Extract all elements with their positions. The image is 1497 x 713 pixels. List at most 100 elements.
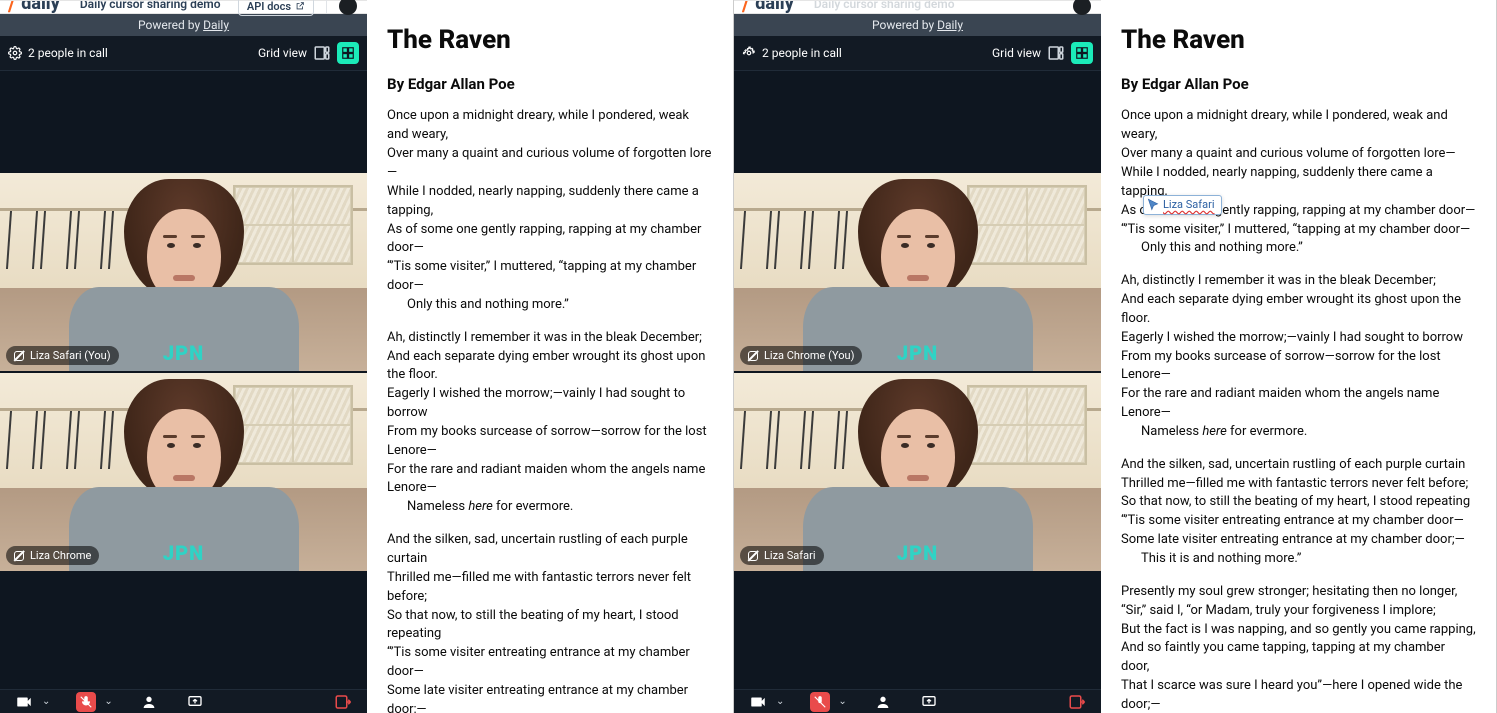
powered-prefix: Powered by bbox=[872, 18, 937, 32]
video-placeholder: JPN bbox=[0, 173, 367, 371]
status-right: Grid view bbox=[992, 42, 1093, 64]
person-icon[interactable] bbox=[139, 692, 159, 712]
speaker-view-icon[interactable] bbox=[1047, 44, 1065, 62]
logo: / daily Daily cursor sharing demo bbox=[742, 1, 955, 15]
people-count: 2 people in call bbox=[28, 46, 108, 60]
document-pane[interactable]: Liza Safari The Raven By Edgar Allan Poe… bbox=[1101, 0, 1496, 713]
logo: / daily Daily cursor sharing demo bbox=[8, 1, 221, 15]
top-bar: / daily Daily cursor sharing demo bbox=[734, 0, 1101, 14]
grid-view-label: Grid view bbox=[258, 46, 307, 60]
gear-icon[interactable] bbox=[742, 46, 756, 60]
powered-link[interactable]: Daily bbox=[203, 18, 229, 32]
logo-text: daily bbox=[21, 1, 60, 9]
shirt-text: JPN bbox=[897, 541, 938, 565]
chevron-down-icon[interactable]: ⌄ bbox=[838, 696, 846, 707]
participant-name: Liza Chrome (You) bbox=[764, 349, 854, 362]
stanza-3: And the silken, sad, uncertain rustling … bbox=[387, 531, 713, 713]
powered-by-bar: Powered by Daily bbox=[0, 14, 367, 36]
gear-icon[interactable] bbox=[8, 46, 22, 60]
chevron-down-icon[interactable]: ⌄ bbox=[776, 696, 784, 707]
powered-prefix: Powered by bbox=[138, 18, 203, 32]
top-bar: / daily Daily cursor sharing demo API do… bbox=[0, 0, 367, 14]
powered-link[interactable]: Daily bbox=[937, 18, 963, 32]
page-subtitle: Daily cursor sharing demo bbox=[80, 1, 221, 9]
leave-icon[interactable] bbox=[1067, 692, 1087, 712]
speaker-view-icon[interactable] bbox=[313, 44, 331, 62]
stanza-4: Presently my soul grew stronger; hesitat… bbox=[1121, 583, 1476, 713]
name-badge: Liza Safari bbox=[740, 546, 824, 565]
tiles: JPN Liza Chrome (You) JPN Liza Safari bbox=[734, 71, 1101, 689]
video-tile-remote[interactable]: JPN Liza Chrome bbox=[0, 373, 367, 571]
stanza-2: Ah, distinctly I remember it was in the … bbox=[1121, 272, 1476, 442]
video-tile-remote[interactable]: JPN Liza Safari bbox=[734, 373, 1101, 571]
app-root: / daily Daily cursor sharing demo API do… bbox=[0, 0, 1497, 713]
api-docs-button[interactable]: API docs bbox=[238, 0, 314, 16]
chevron-down-icon[interactable]: ⌄ bbox=[104, 696, 112, 707]
chevron-down-icon[interactable]: ⌄ bbox=[42, 696, 50, 707]
top-right: API docs bbox=[238, 1, 357, 15]
person-icon[interactable] bbox=[873, 692, 893, 712]
video-tile-self[interactable]: JPN Liza Chrome (You) bbox=[734, 173, 1101, 371]
mic-off-icon bbox=[748, 351, 758, 361]
doc-title: The Raven bbox=[1121, 22, 1476, 60]
video-placeholder: JPN bbox=[0, 373, 367, 571]
shared-cursor-label: Liza Safari bbox=[1163, 197, 1215, 213]
status-right: Grid view bbox=[258, 42, 359, 64]
tiles: JPN Liza Safari (You) JPN Liza Chrome bbox=[0, 71, 367, 689]
video-column-left: / daily Daily cursor sharing demo API do… bbox=[0, 0, 367, 713]
share-screen-icon[interactable] bbox=[919, 692, 939, 712]
tile-spacer bbox=[0, 71, 367, 171]
camera-icon[interactable] bbox=[14, 692, 34, 712]
shirt-text: JPN bbox=[897, 341, 938, 365]
video-placeholder: JPN bbox=[734, 173, 1101, 371]
status-left: 2 people in call bbox=[742, 46, 842, 60]
page-subtitle: Daily cursor sharing demo bbox=[814, 1, 955, 9]
shirt-text: JPN bbox=[163, 341, 204, 365]
name-badge: Liza Chrome (You) bbox=[740, 346, 862, 365]
stanza-3: And the silken, sad, uncertain rustling … bbox=[1121, 456, 1476, 569]
api-docs-label: API docs bbox=[247, 1, 291, 12]
video-area: Powered by Daily 2 people in call Grid v… bbox=[0, 14, 367, 713]
status-bar: 2 people in call Grid view bbox=[734, 36, 1101, 71]
shirt-text: JPN bbox=[163, 541, 204, 565]
grid-view-icon[interactable] bbox=[337, 42, 359, 64]
powered-by-bar: Powered by Daily bbox=[734, 14, 1101, 36]
logo-slash: / bbox=[742, 1, 749, 9]
document-pane[interactable]: The Raven By Edgar Allan Poe Once upon a… bbox=[367, 0, 733, 713]
video-placeholder: JPN bbox=[734, 373, 1101, 571]
shared-cursor: Liza Safari bbox=[1143, 195, 1222, 215]
video-area: Powered by Daily 2 people in call Grid v… bbox=[734, 14, 1101, 713]
stanza-1: Once upon a midnight dreary, while I pon… bbox=[1121, 107, 1476, 258]
github-icon[interactable] bbox=[1073, 0, 1091, 15]
grid-view-label: Grid view bbox=[992, 46, 1041, 60]
mic-off-icon bbox=[14, 351, 24, 361]
camera-icon[interactable] bbox=[748, 692, 768, 712]
status-left: 2 people in call bbox=[8, 46, 108, 60]
logo-text: daily bbox=[755, 1, 794, 9]
mic-off-icon bbox=[14, 551, 24, 561]
grid-view-icon[interactable] bbox=[1071, 42, 1093, 64]
stanza-2: Ah, distinctly I remember it was in the … bbox=[387, 329, 713, 517]
top-right bbox=[1073, 1, 1091, 15]
leave-icon[interactable] bbox=[333, 692, 353, 712]
pane-right: / daily Daily cursor sharing demo Powere… bbox=[734, 0, 1497, 713]
participant-name: Liza Safari bbox=[764, 549, 816, 562]
participant-name: Liza Safari (You) bbox=[30, 349, 111, 362]
control-tray: ⌄ ⌄ bbox=[734, 689, 1101, 713]
pane-left: / daily Daily cursor sharing demo API do… bbox=[0, 0, 734, 713]
video-tile-self[interactable]: JPN Liza Safari (You) bbox=[0, 173, 367, 371]
mic-off-button[interactable] bbox=[76, 692, 96, 712]
participant-name: Liza Chrome bbox=[30, 549, 91, 562]
tile-spacer bbox=[734, 573, 1101, 689]
doc-byline: By Edgar Allan Poe bbox=[1121, 74, 1476, 96]
stanza-1: Once upon a midnight dreary, while I pon… bbox=[387, 107, 713, 314]
doc-byline: By Edgar Allan Poe bbox=[387, 74, 713, 96]
status-bar: 2 people in call Grid view bbox=[0, 36, 367, 71]
mic-off-button[interactable] bbox=[810, 692, 830, 712]
tile-spacer bbox=[734, 71, 1101, 171]
video-column-right: / daily Daily cursor sharing demo Powere… bbox=[734, 0, 1101, 713]
control-tray: ⌄ ⌄ bbox=[0, 689, 367, 713]
name-badge: Liza Chrome bbox=[6, 546, 99, 565]
github-icon[interactable] bbox=[339, 0, 357, 15]
share-screen-icon[interactable] bbox=[185, 692, 205, 712]
